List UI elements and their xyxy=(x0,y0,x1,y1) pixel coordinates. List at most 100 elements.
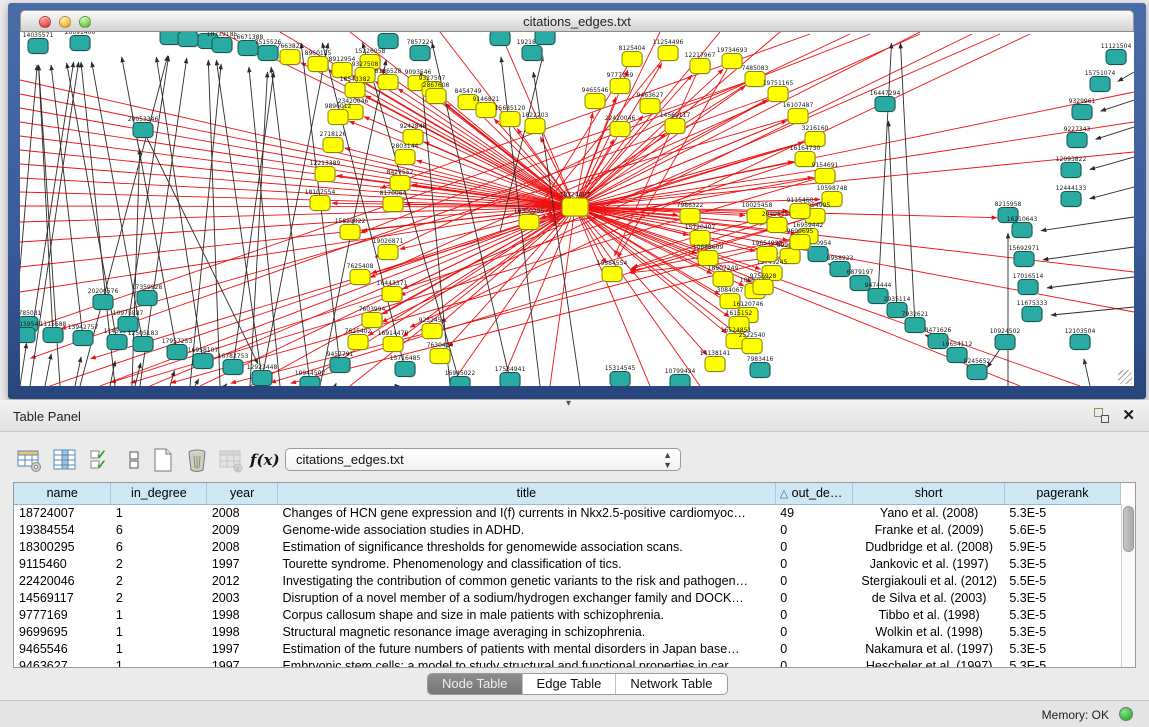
network-node[interactable]: 16107487 xyxy=(783,102,814,125)
network-node[interactable]: 14035571 xyxy=(23,32,54,55)
table-row[interactable]: 1830029562008Estimation of significance … xyxy=(14,538,1121,555)
network-node[interactable]: 9252454 xyxy=(419,317,446,340)
network-node[interactable]: 2803144 xyxy=(392,143,419,166)
table-cell[interactable]: 9699695 xyxy=(14,623,111,640)
network-node[interactable]: 9329961 xyxy=(1069,98,1096,121)
network-canvas[interactable]: 1403557120691406106532871327902846616010… xyxy=(20,32,1134,386)
table-cell[interactable]: Tourette syndrome. Phenomenology and cla… xyxy=(277,555,775,572)
network-node[interactable]: 9115460 xyxy=(787,197,814,220)
table-cell[interactable]: 2008 xyxy=(207,538,278,555)
delete-table-icon[interactable] xyxy=(184,447,210,473)
table-cell[interactable]: 1998 xyxy=(207,623,278,640)
network-node[interactable]: 12444133 xyxy=(1056,185,1087,208)
network-node[interactable]: 12093822 xyxy=(1056,156,1087,179)
table-cell[interactable]: 5.6E-5 xyxy=(1004,521,1120,538)
table-row[interactable]: 2242004622012Investigating the contribut… xyxy=(14,572,1121,589)
function-builder-icon[interactable]: f(x) xyxy=(250,447,284,473)
table-cell[interactable]: 0 xyxy=(775,521,853,538)
table-cell[interactable]: de Silva et al. (2003) xyxy=(853,589,1004,606)
table-row[interactable]: 1456911722003Disruption of a novel membe… xyxy=(14,589,1121,606)
network-node[interactable]: 11254496 xyxy=(653,39,684,62)
table-cell[interactable]: Structural magnetic resonance image aver… xyxy=(277,623,775,640)
table-cell[interactable]: 0 xyxy=(775,623,853,640)
table-cell[interactable]: Yano et al. (2008) xyxy=(853,504,1004,521)
table-cell[interactable]: 18724007 xyxy=(14,504,111,521)
table-cell[interactable]: 1997 xyxy=(207,657,278,668)
table-cell[interactable]: 9465546 xyxy=(14,640,111,657)
table-cell[interactable]: 0 xyxy=(775,657,853,668)
network-node[interactable]: 10944502 xyxy=(295,370,326,386)
network-node[interactable]: 14138141 xyxy=(700,350,731,373)
table-cell[interactable]: 0 xyxy=(775,538,853,555)
network-node[interactable]: 12217967 xyxy=(685,52,716,75)
table-cell[interactable]: 0 xyxy=(775,589,853,606)
table-cell[interactable]: 1 xyxy=(111,640,207,657)
table-cell[interactable]: Nakamura et al. (1997) xyxy=(853,640,1004,657)
network-node[interactable]: 10924502 xyxy=(990,328,1021,351)
network-node[interactable]: 10688609 xyxy=(693,244,724,267)
column-header-title[interactable]: title xyxy=(277,483,775,504)
network-node[interactable]: 15751074 xyxy=(1085,70,1116,93)
table-settings-icon[interactable] xyxy=(16,447,42,473)
network-node[interactable]: 9245652 xyxy=(964,358,991,381)
network-node[interactable]: 9227343 xyxy=(1064,126,1091,149)
table-cell[interactable]: Changes of HCN gene expression and I(f) … xyxy=(277,504,775,521)
table-cell[interactable]: 5.3E-5 xyxy=(1004,623,1120,640)
network-view-window[interactable]: citations_edges.txt 14035571206914061065… xyxy=(8,3,1146,399)
network-node[interactable]: 18300295 xyxy=(514,208,545,231)
network-node[interactable]: 11121504 xyxy=(1101,43,1132,66)
table-cell[interactable]: Jankovic et al. (1997) xyxy=(853,555,1004,572)
network-node[interactable]: 7630414 xyxy=(427,342,454,365)
table-cell[interactable]: 5.3E-5 xyxy=(1004,589,1120,606)
float-panel-icon[interactable] xyxy=(1094,408,1109,423)
tab-edge-table[interactable]: Edge Table xyxy=(523,674,617,694)
network-node[interactable]: 16053809 xyxy=(373,32,404,50)
network-node[interactable]: 9457791 xyxy=(327,351,354,374)
column-header-in_degree[interactable]: in_degree xyxy=(111,483,207,504)
table-cell[interactable]: 49 xyxy=(775,504,853,521)
network-node[interactable]: 8813054 xyxy=(487,32,514,47)
network-node[interactable]: 15314545 xyxy=(605,365,636,386)
table-cell[interactable]: 9115460 xyxy=(14,555,111,572)
new-table-icon[interactable] xyxy=(150,447,176,473)
table-cell[interactable]: 2003 xyxy=(207,589,278,606)
tab-network-table[interactable]: Network Table xyxy=(616,674,726,694)
network-node[interactable]: 7625402 xyxy=(345,328,372,351)
table-cell[interactable]: 9777169 xyxy=(14,606,111,623)
table-cell[interactable]: 5.3E-5 xyxy=(1004,606,1120,623)
network-node[interactable]: 7983416 xyxy=(747,356,774,379)
network-node[interactable]: 7663822 xyxy=(277,43,304,66)
table-row[interactable]: 977716911998Corpus callosum shape and si… xyxy=(14,606,1121,623)
table-cell[interactable]: 2 xyxy=(111,555,207,572)
table-scrollbar[interactable] xyxy=(1121,504,1135,667)
network-node[interactable]: 10799434 xyxy=(665,368,696,386)
table-cell[interactable]: Dudbridge et al. (2008) xyxy=(853,538,1004,555)
table-cell[interactable]: 6 xyxy=(111,538,207,555)
tab-node-table[interactable]: Node Table xyxy=(428,674,523,694)
network-node[interactable]: 2867608 xyxy=(423,82,450,105)
network-node[interactable]: 16210643 xyxy=(1007,216,1038,239)
network-graph[interactable]: 1403557120691406106532871327902846616010… xyxy=(20,32,1134,386)
table-cell[interactable]: 2009 xyxy=(207,521,278,538)
network-node[interactable]: 15839022 xyxy=(335,218,366,241)
table-cell[interactable]: Stergiakouli et al. (2012) xyxy=(853,572,1004,589)
table-cell[interactable]: 5.3E-5 xyxy=(1004,504,1120,521)
table-cell[interactable]: Investigating the contribution of common… xyxy=(277,572,775,589)
select-all-icon[interactable]: ✓✓ xyxy=(88,447,114,473)
table-row[interactable]: 911546021997Tourette syndrome. Phenomeno… xyxy=(14,555,1121,572)
network-node[interactable]: 9465546 xyxy=(582,87,609,110)
table-cell[interactable]: 1 xyxy=(111,657,207,668)
network-node[interactable]: 7603994 xyxy=(359,306,386,329)
table-cell[interactable]: 1 xyxy=(111,606,207,623)
network-node[interactable]: 20691406 xyxy=(65,32,96,52)
network-node[interactable]: 12103504 xyxy=(1065,328,1096,351)
clear-selection-icon[interactable] xyxy=(121,447,147,473)
network-node[interactable]: 7986322 xyxy=(677,202,704,225)
network-node[interactable]: 8313074 xyxy=(532,32,559,46)
table-row[interactable]: 1872400712008Changes of HCN gene express… xyxy=(14,504,1121,521)
table-cell[interactable]: 2012 xyxy=(207,572,278,589)
table-cell[interactable]: 22420046 xyxy=(14,572,111,589)
column-header-pagerank[interactable]: pagerank xyxy=(1004,483,1120,504)
table-cell[interactable]: 18300295 xyxy=(14,538,111,555)
column-header-year[interactable]: year xyxy=(207,483,278,504)
